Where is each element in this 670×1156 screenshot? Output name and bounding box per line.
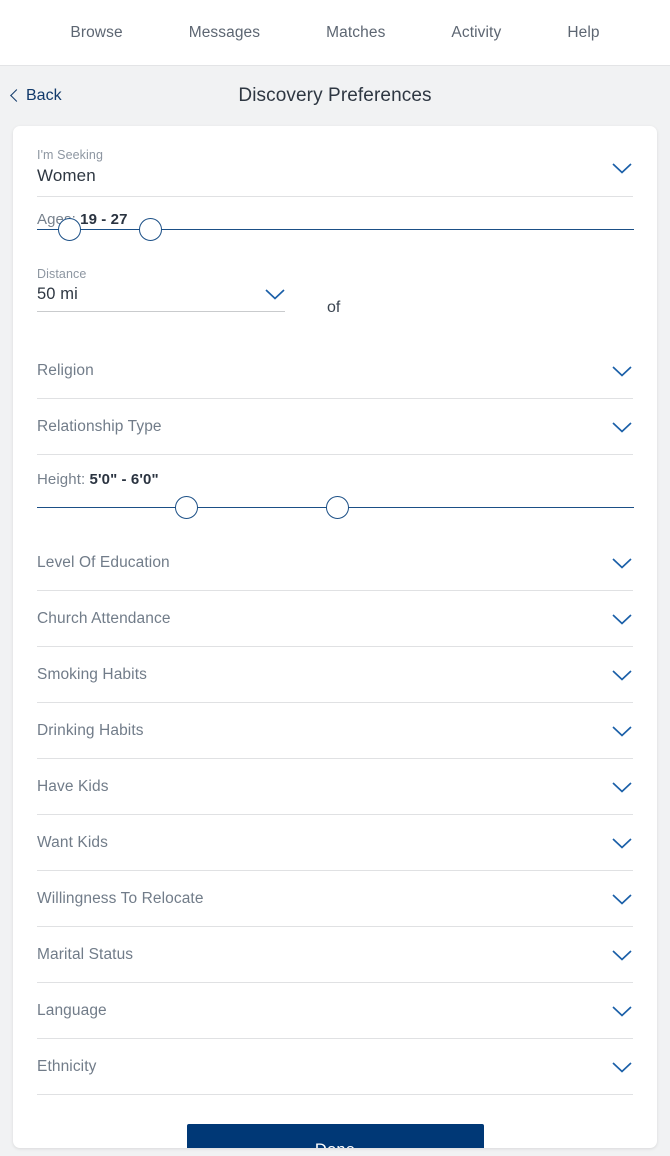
- field-want-kids[interactable]: Want Kids: [37, 815, 633, 871]
- chevron-down-icon[interactable]: [612, 365, 632, 377]
- field-smoking-habits[interactable]: Smoking Habits: [37, 647, 633, 703]
- chevron-down-icon[interactable]: [612, 163, 632, 174]
- field-im-seeking[interactable]: I'm Seeking Women: [37, 126, 633, 197]
- nav-item-help[interactable]: Help: [534, 24, 632, 42]
- nav-item-browse[interactable]: Browse: [37, 24, 155, 42]
- ethnicity-label: Ethnicity: [37, 1057, 97, 1075]
- page-title: Discovery Preferences: [238, 85, 432, 106]
- nav-item-messages[interactable]: Messages: [156, 24, 293, 42]
- have-kids-label: Have Kids: [37, 777, 109, 795]
- field-drinking-habits[interactable]: Drinking Habits: [37, 703, 633, 759]
- ages-slider-track[interactable]: [37, 229, 634, 231]
- preference-rows-list: Level Of Education Church Attendance Smoki…: [37, 535, 633, 1095]
- height-slider-handle-min[interactable]: [174, 496, 198, 519]
- field-language[interactable]: Language: [37, 983, 633, 1039]
- ages-slider-handle-max[interactable]: [138, 218, 162, 241]
- marital-status-label: Marital Status: [37, 945, 134, 963]
- chevron-down-icon[interactable]: [612, 1061, 632, 1073]
- distance-value: 50 mi: [37, 285, 78, 303]
- height-value: 5'0" - 6'0": [89, 471, 159, 488]
- im-seeking-value: Women: [37, 166, 96, 185]
- field-relationship-type[interactable]: Relationship Type: [37, 399, 633, 455]
- want-kids-label: Want Kids: [37, 833, 108, 851]
- done-button-container: Done: [37, 1095, 633, 1148]
- chevron-down-icon[interactable]: [612, 781, 632, 793]
- chevron-down-icon[interactable]: [612, 421, 632, 433]
- chevron-down-icon[interactable]: [612, 1005, 632, 1017]
- ages-value: 19 - 27: [80, 211, 128, 228]
- willingness-to-relocate-label: Willingness To Relocate: [37, 889, 204, 907]
- chevron-down-icon[interactable]: [612, 893, 632, 905]
- smoking-habits-label: Smoking Habits: [37, 665, 147, 683]
- field-ethnicity[interactable]: Ethnicity: [37, 1039, 633, 1095]
- ages-range-slider[interactable]: Ages: 19 - 27: [37, 197, 634, 255]
- chevron-down-icon[interactable]: [612, 725, 632, 737]
- ages-slider-handle-min[interactable]: [58, 218, 82, 241]
- relationship-type-label: Relationship Type: [37, 417, 162, 435]
- ages-caption: Ages: 19 - 27: [37, 211, 633, 228]
- chevron-down-icon[interactable]: [265, 289, 285, 300]
- done-button[interactable]: Done: [186, 1124, 484, 1148]
- field-willingness-to-relocate[interactable]: Willingness To Relocate: [37, 871, 633, 927]
- field-level-of-education[interactable]: Level Of Education: [37, 535, 633, 591]
- chevron-down-icon[interactable]: [612, 613, 632, 625]
- height-slider-handle-max[interactable]: [326, 496, 350, 519]
- field-marital-status[interactable]: Marital Status: [37, 927, 633, 983]
- drinking-habits-label: Drinking Habits: [37, 721, 144, 739]
- distance-label: Distance: [37, 267, 87, 281]
- chevron-down-icon[interactable]: [612, 837, 632, 849]
- field-church-attendance[interactable]: Church Attendance: [37, 591, 633, 647]
- top-navigation-bar: Browse Messages Matches Activity Help: [0, 0, 670, 66]
- sub-header: Back Discovery Preferences: [0, 66, 670, 126]
- nav-item-matches[interactable]: Matches: [293, 24, 418, 42]
- nav-item-activity[interactable]: Activity: [418, 24, 534, 42]
- chevron-down-icon[interactable]: [612, 557, 632, 569]
- church-attendance-label: Church Attendance: [37, 609, 171, 627]
- height-caption: Height: 5'0" - 6'0": [37, 471, 633, 488]
- distance-select[interactable]: 50 mi: [37, 285, 285, 312]
- distance-suffix-text: of: [327, 299, 341, 316]
- chevron-down-icon[interactable]: [612, 669, 632, 681]
- field-distance: Distance 50 mi of: [37, 255, 633, 317]
- chevron-down-icon[interactable]: [612, 949, 632, 961]
- language-label: Language: [37, 1001, 107, 1019]
- field-religion[interactable]: Religion: [37, 343, 633, 399]
- level-of-education-label: Level Of Education: [37, 553, 170, 571]
- religion-label: Religion: [37, 361, 94, 379]
- im-seeking-label: I'm Seeking: [37, 148, 104, 162]
- preferences-card: I'm Seeking Women Ages: 19 - 27 Distance…: [13, 126, 657, 1148]
- height-label: Height:: [37, 471, 86, 488]
- height-range-slider[interactable]: Height: 5'0" - 6'0": [37, 455, 634, 519]
- field-have-kids[interactable]: Have Kids: [37, 759, 633, 815]
